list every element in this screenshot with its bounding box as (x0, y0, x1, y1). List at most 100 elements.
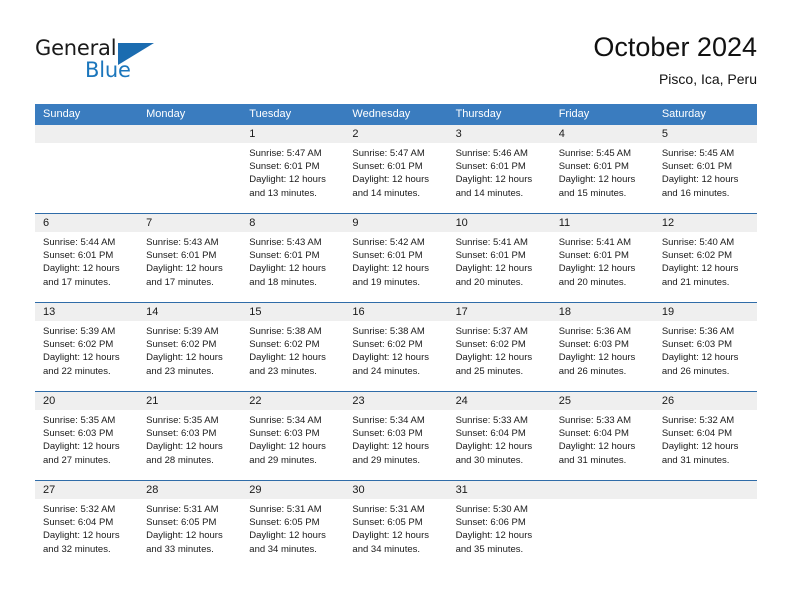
day-cell-empty (35, 143, 138, 213)
weekday-header-wednesday: Wednesday (352, 108, 411, 120)
day-cell[interactable]: Sunrise: 5:41 AM Sunset: 6:01 PM Daylight:… (551, 232, 654, 302)
daylight-text-line2: and 34 minutes. (352, 543, 421, 555)
day-number[interactable]: 28 (138, 481, 241, 499)
daylight-text-line1: Daylight: 12 hours (455, 174, 533, 186)
day-number[interactable]: 29 (241, 481, 344, 499)
day-number[interactable]: 8 (241, 214, 344, 232)
day-cell[interactable]: Sunrise: 5:40 AM Sunset: 6:02 PM Daylight:… (654, 232, 757, 302)
day-cell[interactable]: Sunrise: 5:31 AM Sunset: 6:05 PM Daylight:… (138, 499, 241, 569)
day-number[interactable]: 30 (344, 481, 447, 499)
day-cell[interactable]: Sunrise: 5:35 AM Sunset: 6:03 PM Daylight:… (35, 410, 138, 480)
daylight-text-line1: Daylight: 12 hours (249, 174, 326, 186)
sunset-text: Sunset: 6:01 PM (146, 250, 217, 262)
day-number[interactable]: 26 (654, 392, 757, 410)
sunset-text: Sunset: 6:01 PM (249, 250, 320, 262)
sunrise-text: Sunrise: 5:30 AM (455, 504, 528, 515)
brand-logo[interactable]: General Blue (35, 36, 195, 90)
day-number[interactable]: 27 (35, 481, 138, 499)
day-cell[interactable]: Sunrise: 5:41 AM Sunset: 6:01 PM Daylight:… (448, 232, 551, 302)
daylight-text-line2: and 22 minutes. (43, 365, 111, 377)
sunrise-text: Sunrise: 5:38 AM (352, 326, 425, 337)
day-cell[interactable]: Sunrise: 5:47 AM Sunset: 6:01 PM Daylight:… (344, 143, 447, 213)
sunrise-text: Sunrise: 5:34 AM (352, 415, 425, 426)
day-cell[interactable]: Sunrise: 5:43 AM Sunset: 6:01 PM Daylight:… (241, 232, 344, 302)
day-cell[interactable]: Sunrise: 5:30 AM Sunset: 6:06 PM Daylight:… (448, 499, 551, 569)
daylight-text-line2: and 18 minutes. (249, 276, 317, 288)
day-cell[interactable]: Sunrise: 5:44 AM Sunset: 6:01 PM Daylight:… (35, 232, 138, 302)
week-detail-band: Sunrise: 5:39 AM Sunset: 6:02 PM Daylight:… (35, 321, 757, 391)
day-cell[interactable]: Sunrise: 5:47 AM Sunset: 6:01 PM Daylight:… (241, 143, 344, 213)
day-cell[interactable]: Sunrise: 5:37 AM Sunset: 6:02 PM Daylight:… (448, 321, 551, 391)
sunset-text: Sunset: 6:03 PM (558, 339, 629, 351)
daylight-text-line1: Daylight: 12 hours (146, 441, 223, 453)
sunrise-text: Sunrise: 5:37 AM (455, 326, 528, 337)
day-cell[interactable]: Sunrise: 5:35 AM Sunset: 6:03 PM Daylight:… (138, 410, 241, 480)
day-number[interactable]: 22 (241, 392, 344, 410)
day-number[interactable]: 14 (138, 303, 241, 321)
day-cell[interactable]: Sunrise: 5:34 AM Sunset: 6:03 PM Daylight:… (241, 410, 344, 480)
page-header: General Blue October 2024 Pisco, Ica, Pe… (0, 0, 792, 100)
sunrise-text: Sunrise: 5:36 AM (558, 326, 632, 337)
day-number[interactable]: 21 (138, 392, 241, 410)
day-number[interactable]: 24 (448, 392, 551, 410)
daylight-text-line2: and 29 minutes. (249, 454, 317, 466)
day-cell[interactable]: Sunrise: 5:33 AM Sunset: 6:04 PM Daylight:… (551, 410, 654, 480)
sunset-text: Sunset: 6:02 PM (249, 339, 320, 351)
day-number[interactable]: 7 (138, 214, 241, 232)
day-number[interactable]: 10 (448, 214, 551, 232)
day-number[interactable]: 25 (551, 392, 654, 410)
calendar-week-row: 13 14 15 16 17 18 19 Sunrise: 5:39 AM Sunset: 6:… (35, 302, 757, 391)
day-cell[interactable]: Sunrise: 5:32 AM Sunset: 6:04 PM Daylight:… (35, 499, 138, 569)
day-number[interactable]: 13 (35, 303, 138, 321)
day-cell[interactable]: Sunrise: 5:43 AM Sunset: 6:01 PM Daylight:… (138, 232, 241, 302)
day-cell[interactable]: Sunrise: 5:36 AM Sunset: 6:03 PM Daylight:… (551, 321, 654, 391)
day-number[interactable]: 2 (344, 125, 447, 143)
day-cell[interactable]: Sunrise: 5:32 AM Sunset: 6:04 PM Daylight:… (654, 410, 757, 480)
sunrise-text: Sunrise: 5:47 AM (249, 148, 322, 159)
sunrise-text: Sunrise: 5:31 AM (146, 504, 219, 515)
daylight-text-line1: Daylight: 12 hours (455, 263, 533, 275)
day-cell[interactable]: Sunrise: 5:38 AM Sunset: 6:02 PM Daylight:… (344, 321, 447, 391)
daylight-text-line2: and 17 minutes. (146, 276, 214, 288)
day-number[interactable]: 9 (344, 214, 447, 232)
weekday-header-sunday: Sunday (43, 108, 81, 120)
day-cell[interactable]: Sunrise: 5:33 AM Sunset: 6:04 PM Daylight:… (448, 410, 551, 480)
sunrise-text: Sunrise: 5:33 AM (455, 415, 528, 426)
daylight-text-line1: Daylight: 12 hours (352, 530, 429, 542)
day-cell[interactable]: Sunrise: 5:38 AM Sunset: 6:02 PM Daylight:… (241, 321, 344, 391)
day-number[interactable]: 15 (241, 303, 344, 321)
day-number[interactable]: 6 (35, 214, 138, 232)
daylight-text-line2: and 28 minutes. (146, 454, 214, 466)
day-number[interactable]: 19 (654, 303, 757, 321)
day-number[interactable]: 4 (551, 125, 654, 143)
day-cell[interactable]: Sunrise: 5:31 AM Sunset: 6:05 PM Daylight:… (344, 499, 447, 569)
day-cell[interactable]: Sunrise: 5:34 AM Sunset: 6:03 PM Daylight:… (344, 410, 447, 480)
day-number[interactable]: 23 (344, 392, 447, 410)
daylight-text-line2: and 35 minutes. (455, 543, 524, 555)
day-number[interactable]: 3 (448, 125, 551, 143)
day-number[interactable]: 5 (654, 125, 757, 143)
day-cell[interactable]: Sunrise: 5:39 AM Sunset: 6:02 PM Daylight:… (35, 321, 138, 391)
daylight-text-line2: and 23 minutes. (249, 365, 317, 377)
week-daynumber-band: 13 14 15 16 17 18 19 (35, 303, 757, 321)
day-number[interactable]: 31 (448, 481, 551, 499)
day-number[interactable]: 20 (35, 392, 138, 410)
day-number-empty (35, 125, 138, 143)
day-number[interactable]: 11 (551, 214, 654, 232)
day-number[interactable]: 16 (344, 303, 447, 321)
daylight-text-line2: and 20 minutes. (558, 276, 627, 288)
day-number[interactable]: 18 (551, 303, 654, 321)
day-cell[interactable]: Sunrise: 5:42 AM Sunset: 6:01 PM Daylight:… (344, 232, 447, 302)
day-cell[interactable]: Sunrise: 5:45 AM Sunset: 6:01 PM Daylight:… (654, 143, 757, 213)
day-number[interactable]: 1 (241, 125, 344, 143)
day-number[interactable]: 17 (448, 303, 551, 321)
day-cell[interactable]: Sunrise: 5:31 AM Sunset: 6:05 PM Daylight:… (241, 499, 344, 569)
sunset-text: Sunset: 6:01 PM (43, 250, 114, 262)
day-number[interactable]: 12 (654, 214, 757, 232)
day-cell[interactable]: Sunrise: 5:46 AM Sunset: 6:01 PM Daylight:… (448, 143, 551, 213)
day-cell[interactable]: Sunrise: 5:36 AM Sunset: 6:03 PM Daylight:… (654, 321, 757, 391)
sunrise-text: Sunrise: 5:46 AM (455, 148, 528, 159)
day-cell[interactable]: Sunrise: 5:39 AM Sunset: 6:02 PM Daylight:… (138, 321, 241, 391)
day-cell[interactable]: Sunrise: 5:45 AM Sunset: 6:01 PM Daylight:… (551, 143, 654, 213)
daylight-text-line2: and 34 minutes. (249, 543, 317, 555)
